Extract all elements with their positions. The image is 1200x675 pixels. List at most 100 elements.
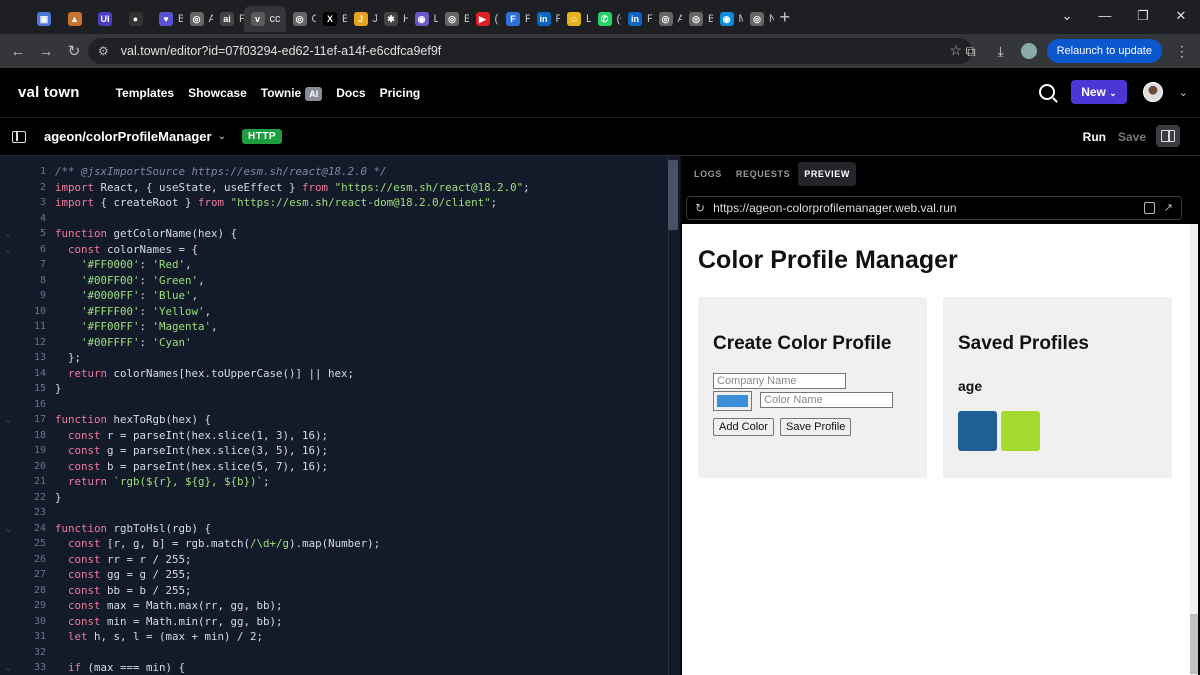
browser-tab[interactable]: ◉M: [713, 6, 743, 32]
browser-tab[interactable]: ◎ Er: [438, 6, 469, 32]
search-icon[interactable]: [1039, 84, 1056, 100]
code-line[interactable]: 15}: [34, 381, 664, 397]
nav-pricing[interactable]: Pricing: [380, 86, 421, 100]
close-window-button[interactable]: ✕: [1162, 0, 1200, 34]
refresh-icon[interactable]: ↻: [695, 201, 705, 215]
browser-tab[interactable]: ai Pi: [213, 6, 244, 32]
menu-icon[interactable]: ⋮: [1172, 43, 1192, 60]
browser-tab[interactable]: ▶(1: [469, 6, 499, 32]
chevron-down-icon[interactable]: ⌄: [218, 131, 226, 142]
color-picker[interactable]: [713, 391, 752, 411]
chevron-down-icon[interactable]: ⌄: [1179, 86, 1188, 99]
code-lines[interactable]: 1 /** @jsxImportSource https://esm.sh/rea…: [6, 164, 664, 675]
code-line[interactable]: 16: [34, 397, 664, 413]
omnibox-url[interactable]: val.town/editor?id=07f03294-ed62-11ef-a1…: [121, 44, 441, 58]
code-line[interactable]: 33 ⌄ if (max === min) {: [6, 660, 664, 675]
add-color-button[interactable]: Add Color: [713, 418, 774, 436]
code-line[interactable]: 28 const bb = b / 255;: [34, 583, 664, 599]
fold-chevron-icon[interactable]: ⌄: [6, 521, 11, 537]
fold-chevron-icon[interactable]: ⌄: [6, 660, 11, 675]
browser-tab[interactable]: inFr: [530, 6, 560, 32]
code-editor[interactable]: 1 /** @jsxImportSource https://esm.sh/rea…: [0, 156, 680, 675]
scrollbar-thumb[interactable]: [1190, 614, 1198, 674]
code-line[interactable]: 9 '#0000FF': 'Blue',: [40, 288, 664, 304]
code-line[interactable]: 23: [34, 505, 664, 521]
profile-avatar[interactable]: [1020, 43, 1037, 59]
run-button[interactable]: Run: [1083, 130, 1106, 144]
code-line[interactable]: 21 return `rgb(${r}, ${g}, ${b})`;: [34, 474, 664, 490]
browser-tab[interactable]: ♥ Bl: [152, 6, 183, 32]
profile-color-swatch[interactable]: [958, 411, 997, 451]
code-line[interactable]: 26 const rr = r / 255;: [34, 552, 664, 568]
browser-tab[interactable]: ◎ A: [183, 6, 213, 32]
omnibox[interactable]: ⚙ val.town/editor?id=07f03294-ed62-11ef-…: [88, 38, 972, 64]
color-name-input[interactable]: Color Name: [760, 392, 893, 408]
extensions-icon[interactable]: ⧉: [961, 43, 981, 60]
code-line[interactable]: 31 let h, s, l = (max + min) / 2;: [34, 629, 664, 645]
preview-url[interactable]: https://ageon-colorprofilemanager.web.va…: [713, 201, 956, 215]
browser-tab[interactable]: ◉Li: [408, 6, 438, 32]
nav-townie[interactable]: Townie AI: [261, 86, 323, 101]
save-button[interactable]: Save: [1118, 130, 1146, 144]
browser-tab[interactable]: ✱ H: [377, 6, 408, 32]
tab-logs[interactable]: LOGS: [688, 162, 728, 186]
valtown-logo[interactable]: val town: [18, 84, 80, 101]
company-name-input[interactable]: Company Name: [713, 373, 846, 389]
chevron-down-icon[interactable]: ⌄: [1048, 0, 1086, 34]
code-line[interactable]: 27 const gg = g / 255;: [34, 567, 664, 583]
code-line[interactable]: 13 };: [34, 350, 664, 366]
tab-preview[interactable]: PREVIEW: [798, 162, 856, 186]
browser-tab[interactable]: ☺ Li: [560, 6, 591, 32]
code-line[interactable]: 6 ⌄ const colorNames = {: [6, 242, 664, 258]
browser-tab[interactable]: ▲: [61, 6, 92, 32]
save-profile-button[interactable]: Save Profile: [780, 418, 852, 436]
code-line[interactable]: 20 const b = parseInt(hex.slice(5, 7), 1…: [34, 459, 664, 475]
code-line[interactable]: 18 const r = parseInt(hex.slice(1, 3), 1…: [34, 428, 664, 444]
code-line[interactable]: 14 return colorNames[hex.toUpperCase()] …: [34, 366, 664, 382]
browser-tab[interactable]: ◎ B: [682, 6, 713, 32]
preview-scrollbar[interactable]: [1190, 224, 1198, 675]
code-line[interactable]: 30 const min = Math.min(rr, gg, bb);: [34, 614, 664, 630]
fold-chevron-icon[interactable]: ⌄: [6, 242, 11, 258]
code-line[interactable]: 12 '#00FFFF': 'Cyan': [34, 335, 664, 351]
sidebar-toggle-icon[interactable]: [12, 130, 26, 143]
code-line[interactable]: 29 const max = Math.max(rr, gg, bb);: [34, 598, 664, 614]
code-line[interactable]: 10 '#FFFF00': 'Yellow',: [34, 304, 664, 320]
code-line[interactable]: 25 const [r, g, b] = rgb.match(/\d+/g).m…: [34, 536, 664, 552]
code-line[interactable]: 8 '#00FF00': 'Green',: [40, 273, 664, 289]
external-link-icon[interactable]: ↗: [1164, 201, 1173, 214]
code-line[interactable]: 11 '#FF00FF': 'Magenta',: [34, 319, 664, 335]
browser-tab[interactable]: ●: [122, 6, 153, 32]
code-line[interactable]: 1 /** @jsxImportSource https://esm.sh/rea…: [40, 164, 664, 180]
code-line[interactable]: 3 import { createRoot } from "https://esm…: [40, 195, 664, 211]
browser-tab[interactable]: ◎ C: [286, 6, 316, 32]
minimize-button[interactable]: —: [1086, 0, 1124, 34]
fold-chevron-icon[interactable]: ⌄: [6, 412, 11, 428]
copy-icon[interactable]: [1144, 202, 1155, 214]
code-line[interactable]: 4: [40, 211, 664, 227]
site-info-icon[interactable]: ⚙: [98, 44, 109, 58]
code-line[interactable]: 2 import React, { useState, useEffect } f…: [40, 180, 664, 196]
reload-button[interactable]: ↻: [60, 42, 88, 60]
new-tab-button[interactable]: +: [780, 7, 791, 28]
browser-tab[interactable]: F Pi: [499, 6, 530, 32]
forward-button[interactable]: →: [32, 43, 60, 60]
browser-tab[interactable]: ▣: [30, 6, 61, 32]
code-line[interactable]: 17 ⌄ function hexToRgb(hex) {: [6, 412, 664, 428]
user-avatar[interactable]: [1142, 82, 1163, 102]
browser-tab[interactable]: inFr: [621, 6, 652, 32]
relaunch-button[interactable]: Relaunch to update: [1046, 39, 1162, 63]
code-line[interactable]: 7 '#FF0000': 'Red',: [40, 257, 664, 273]
panel-toggle-icon[interactable]: [1156, 125, 1180, 147]
maximize-button[interactable]: ❐: [1124, 0, 1162, 34]
new-button[interactable]: New ⌄: [1071, 80, 1127, 104]
browser-tab[interactable]: ◎ A: [652, 6, 682, 32]
browser-tab[interactable]: JJc: [347, 6, 377, 32]
browser-tab[interactable]: UI: [91, 6, 122, 32]
back-button[interactable]: ←: [4, 43, 32, 60]
browser-tab[interactable]: X Ei: [316, 6, 347, 32]
download-icon[interactable]: ⤓: [991, 43, 1011, 60]
browser-tab[interactable]: vcc✕: [243, 6, 286, 32]
code-line[interactable]: 22}: [34, 490, 664, 506]
code-line[interactable]: 19 const g = parseInt(hex.slice(3, 5), 1…: [34, 443, 664, 459]
